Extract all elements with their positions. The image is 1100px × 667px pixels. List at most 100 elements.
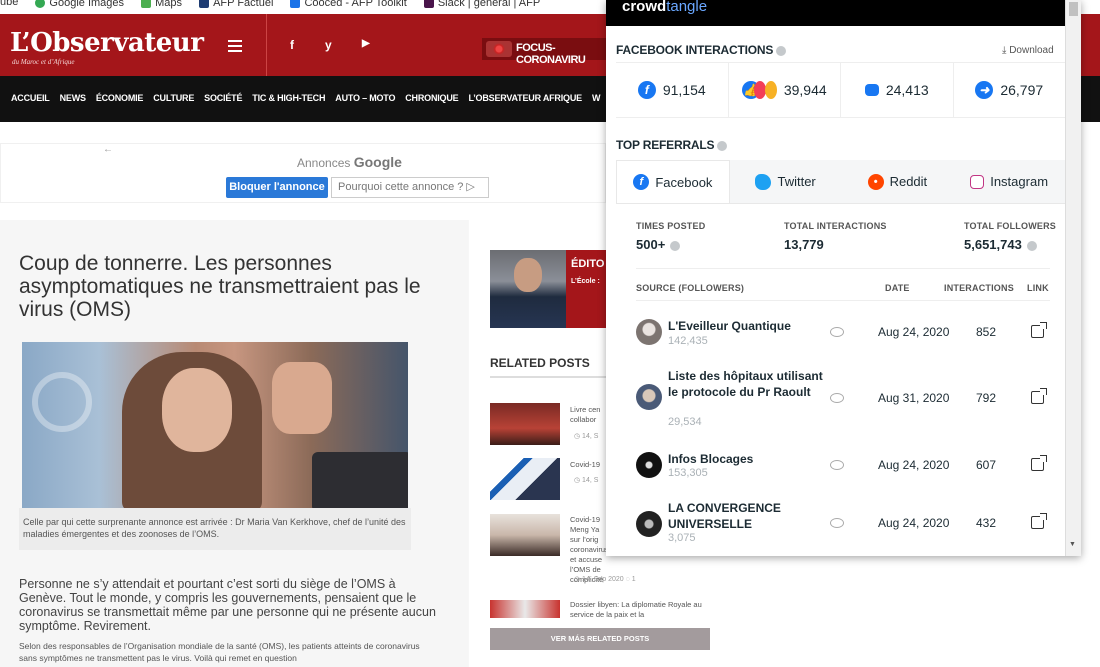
nav-item-auto-moto[interactable]: AUTO – MOTO (335, 93, 395, 103)
nav-item-accueil[interactable]: ACCUEIL (11, 93, 50, 103)
tab-reddit[interactable]: • Reddit (842, 160, 954, 203)
cooced-icon (290, 0, 301, 8)
scroll-down-arrow-icon[interactable]: ▼ (1069, 541, 1076, 548)
photo-caption: Celle par qui cette surprenante annonce … (19, 508, 411, 550)
related-post-title[interactable]: Dossier libyen: La diplomatie Royale au … (570, 600, 704, 620)
why-this-ad-button[interactable]: Pourquoi cette annonce ? ▷ (331, 177, 489, 198)
related-post-thumb[interactable] (490, 458, 560, 500)
column-header-source: SOURCE (FOLLOWERS) (636, 283, 745, 293)
related-post-title[interactable]: Livre cen collabor (570, 405, 606, 425)
row-divider (636, 268, 1050, 269)
related-posts-heading: RELATED POSTS (490, 356, 590, 370)
tab-facebook[interactable]: f Facebook (616, 160, 730, 203)
source-interactions: 852 (976, 325, 997, 339)
source-name[interactable]: L'Eveilleur Quantique (668, 318, 833, 334)
comment-bubble-icon[interactable] (830, 518, 844, 528)
info-icon[interactable] (670, 240, 681, 251)
external-link-icon[interactable] (1031, 388, 1047, 404)
tab-instagram[interactable]: Instagram (953, 160, 1065, 203)
site-logo[interactable]: L’Observateur (10, 28, 204, 58)
nav-item-more[interactable]: W (592, 93, 601, 103)
virus-globe-icon (486, 41, 512, 57)
nav-item-chronique[interactable]: CHRONIQUE (405, 93, 458, 103)
source-followers: 3,075 (668, 532, 696, 544)
source-name[interactable]: LA CONVERGENCE UNIVERSELLE (668, 500, 833, 532)
article-photo[interactable] (22, 342, 408, 508)
bookmark-afp-factuel[interactable]: AFP Factuel (199, 0, 273, 8)
afp-icon (199, 0, 210, 8)
facebook-icon: f (633, 174, 650, 190)
nav-item-culture[interactable]: CULTURE (153, 93, 194, 103)
source-interactions: 432 (976, 516, 997, 530)
total-interactions-value: 13,779 (784, 237, 824, 252)
column-header-link: LINK (1027, 283, 1049, 293)
article-lead: Personne ne s’y attendait et pourtant c’… (19, 577, 436, 633)
stat-reactions: f 91,154 (616, 63, 729, 117)
related-post-thumb[interactable] (490, 403, 560, 445)
focus-coronavirus-banner[interactable]: FOCUS-CORONAVIRU (482, 38, 606, 66)
external-link-icon[interactable] (1031, 322, 1047, 338)
twitter-icon (755, 173, 772, 190)
slack-icon (423, 0, 434, 8)
related-post-meta: ◷ 14, Sep 2020 ◌ 1 (574, 576, 636, 583)
nav-item-observateur-afrique[interactable]: L’OBSERVATEUR AFRIQUE (468, 93, 582, 103)
scrollbar-thumb[interactable] (1069, 2, 1078, 16)
source-name[interactable]: Infos Blocages (668, 451, 833, 467)
comment-bubble-icon[interactable] (830, 460, 844, 470)
focus-label: FOCUS-CORONAVIRU (516, 42, 586, 66)
edito-banner[interactable]: ÉDITO L’École : (566, 250, 606, 328)
header-divider (266, 14, 267, 76)
block-ad-button[interactable]: Bloquer l'annonce (226, 177, 328, 198)
edito-thumbnail[interactable] (490, 250, 566, 328)
maps-pin-icon (141, 0, 152, 8)
referral-tabs: f Facebook Twitter • Reddit Instagram (616, 160, 1065, 204)
related-post-title[interactable]: Covid-19 (570, 460, 606, 470)
google-ad-box: ← Annonces Google Bloquer l'annonce Pour… (0, 143, 606, 203)
total-followers-value: 5,651,743 (964, 237, 1037, 252)
crowdtangle-header: crowdtangle (606, 0, 1081, 26)
source-name[interactable]: Liste des hôpitaux utilisant le protocol… (668, 368, 833, 400)
back-arrow-icon[interactable]: ← (103, 144, 113, 155)
edito-portrait (514, 258, 542, 292)
related-post-thumb[interactable] (490, 514, 560, 556)
bookmark-item[interactable]: ube (0, 0, 18, 8)
bookmark-google-images[interactable]: Google Images (35, 0, 124, 8)
source-followers: 142,435 (668, 335, 708, 347)
article-title: Coup de tonnerre. Les personnes asymptom… (19, 252, 421, 321)
nav-item-societe[interactable]: SOCIÉTÉ (204, 93, 242, 103)
comment-bubble-icon[interactable] (830, 393, 844, 403)
source-avatar (636, 319, 662, 345)
bookmark-cooced[interactable]: Cooced - AFP Toolkit (290, 0, 407, 8)
tab-twitter[interactable]: Twitter (730, 160, 842, 203)
nav-item-news[interactable]: NEWS (60, 93, 86, 103)
more-related-posts-button[interactable]: VER MÁS RELATED POSTS (490, 628, 710, 650)
source-avatar (636, 452, 662, 478)
info-icon[interactable] (776, 45, 787, 56)
info-icon[interactable] (1026, 240, 1037, 251)
edito-title: ÉDITO (571, 258, 605, 270)
facebook-icon: f (637, 81, 656, 99)
bookmark-maps[interactable]: Maps (141, 0, 182, 8)
external-link-icon[interactable] (1031, 455, 1047, 471)
info-icon[interactable] (717, 140, 728, 151)
column-header-interactions: INTERACTIONS (944, 283, 1014, 293)
facebook-social-icon[interactable]: f (290, 38, 294, 52)
related-posts-divider (490, 376, 606, 378)
source-date: Aug 24, 2020 (878, 516, 950, 530)
comment-bubble-icon[interactable] (830, 327, 844, 337)
panel-scrollbar[interactable]: ▼ (1065, 0, 1081, 556)
source-interactions: 607 (976, 458, 997, 472)
twitter-social-icon[interactable]: y (325, 38, 332, 52)
download-button[interactable]: ⤓ Download (1002, 45, 1054, 56)
external-link-icon[interactable] (1031, 513, 1047, 529)
hamburger-menu-icon[interactable] (228, 40, 242, 55)
nav-item-tic[interactable]: TIC & HIGH-TECH (252, 93, 325, 103)
total-followers-label: TOTAL FOLLOWERS (964, 221, 1056, 231)
bookmark-slack[interactable]: Slack | général | AFP (423, 0, 540, 8)
photo-microphone (312, 452, 408, 508)
related-post-thumb[interactable] (490, 600, 560, 618)
youtube-social-icon[interactable]: ▶ (362, 38, 370, 49)
nav-item-economie[interactable]: ÉCONOMIE (96, 93, 144, 103)
column-header-date: DATE (885, 283, 910, 293)
source-avatar (636, 511, 662, 537)
